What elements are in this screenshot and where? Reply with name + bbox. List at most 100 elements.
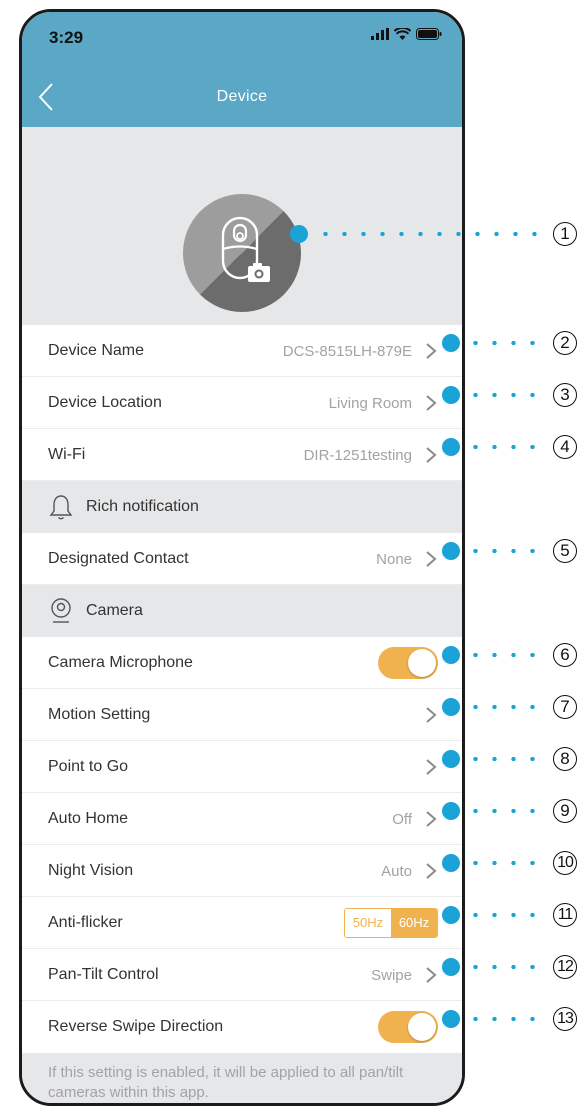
row-value: Swipe [371,967,412,984]
chevron-right-icon [426,863,437,879]
callout-number: 8 [553,747,577,771]
callout-leader [466,913,548,917]
footer-note: If this setting is enabled, it will be a… [48,1064,404,1101]
chevron-right-icon [426,395,437,411]
row-camera-microphone: Camera Microphone [22,637,462,689]
option-50hz[interactable]: 50Hz [345,909,391,937]
callout-leader [466,705,548,709]
row-label: Anti-flicker [48,914,123,931]
device-image-area [22,127,462,325]
row-pan-tilt-control[interactable]: Pan-Tilt Control Swipe [22,949,462,1001]
bell-icon [49,495,73,520]
chevron-right-icon [426,967,437,983]
callout-leader [466,341,548,345]
callout-number: 1 [553,222,577,246]
row-value: DIR-1251testing [303,447,412,464]
callout-number: 6 [553,643,577,667]
device-avatar[interactable] [183,194,301,312]
callout-number: 12 [553,955,577,979]
row-designated-contact[interactable]: Designated Contact None [22,533,462,585]
camera-device-icon [221,216,270,282]
callout-leader [466,653,548,657]
chevron-right-icon [426,551,437,567]
section-rich-notification: Rich notification [22,481,462,533]
microphone-toggle[interactable] [378,647,438,679]
row-motion-setting[interactable]: Motion Setting [22,689,462,741]
row-label: Auto Home [48,810,129,827]
chevron-right-icon [426,343,437,359]
row-device-location[interactable]: Device Location Living Room [22,377,462,429]
callout-number: 4 [553,435,577,459]
callout-dot [442,334,460,352]
callout-dot [442,386,460,404]
row-anti-flicker: Anti-flicker 50Hz 60Hz [22,897,462,949]
callout-leader [466,445,548,449]
row-reverse-swipe: Reverse Swipe Direction [22,1001,462,1053]
callout-leader [316,232,548,236]
wifi-icon [394,28,411,40]
anti-flicker-segmented-control: 50Hz 60Hz [344,908,438,938]
toggle-knob [408,1013,436,1041]
page-title: Device [216,88,268,105]
row-label: Designated Contact [48,550,189,567]
callout-leader [466,549,548,553]
section-label: Rich notification [86,498,199,515]
status-icons [371,28,442,40]
signal-icon [371,28,389,40]
callout-leader [466,1017,548,1021]
row-label: Motion Setting [48,706,151,723]
chevron-right-icon [426,811,437,827]
section-label: Camera [86,602,143,619]
callout-dot [442,542,460,560]
callout-number: 5 [553,539,577,563]
chevron-right-icon [426,707,437,723]
row-label: Camera Microphone [48,654,193,671]
reverse-swipe-toggle[interactable] [378,1011,438,1043]
row-auto-home[interactable]: Auto Home Off [22,793,462,845]
row-label: Point to Go [48,758,129,775]
toggle-knob [408,649,436,677]
callout-dot [442,906,460,924]
callout-leader [466,393,548,397]
callout-number: 3 [553,383,577,407]
row-value: Living Room [328,395,412,412]
battery-icon [416,28,442,40]
camera-icon [51,598,71,623]
row-label: Device Location [48,394,162,411]
row-value: DCS-8515LH-879E [282,343,412,360]
callout-number: 9 [553,799,577,823]
callout-dot [442,698,460,716]
callout-dot [442,802,460,820]
row-device-name[interactable]: Device Name DCS-8515LH-879E [22,325,462,377]
row-label: Device Name [48,342,145,359]
callout-number: 2 [553,331,577,355]
callout-dot [442,646,460,664]
option-60hz[interactable]: 60Hz [391,909,437,937]
section-camera: Camera [22,585,462,637]
callout-number: 11 [553,903,577,927]
chevron-right-icon [426,447,437,463]
row-point-to-go[interactable]: Point to Go [22,741,462,793]
row-night-vision[interactable]: Night Vision Auto [22,845,462,897]
row-label: Night Vision [48,862,134,879]
phone-frame: 3:29 Device Device Name DCS-8515LH-879E … [19,9,465,1106]
row-label: Pan-Tilt Control [48,966,159,983]
callout-leader [466,965,548,969]
row-value: Auto [381,863,412,880]
status-time: 3:29 [49,28,84,47]
callout-dot [442,854,460,872]
callout-number: 10 [553,851,577,875]
callout-dot [290,225,308,243]
callout-leader [466,861,548,865]
callout-dot [442,438,460,456]
callout-dot [442,958,460,976]
row-wifi[interactable]: Wi-Fi DIR-1251testing [22,429,462,481]
callout-dot [442,1010,460,1028]
status-bar: 3:29 [22,12,462,64]
callout-leader [466,757,548,761]
footer-note-area: If this setting is enabled, it will be a… [22,1053,462,1103]
callout-number: 13 [553,1007,577,1031]
callout-dot [442,750,460,768]
row-value: Off [392,811,412,828]
callout-leader [466,809,548,813]
